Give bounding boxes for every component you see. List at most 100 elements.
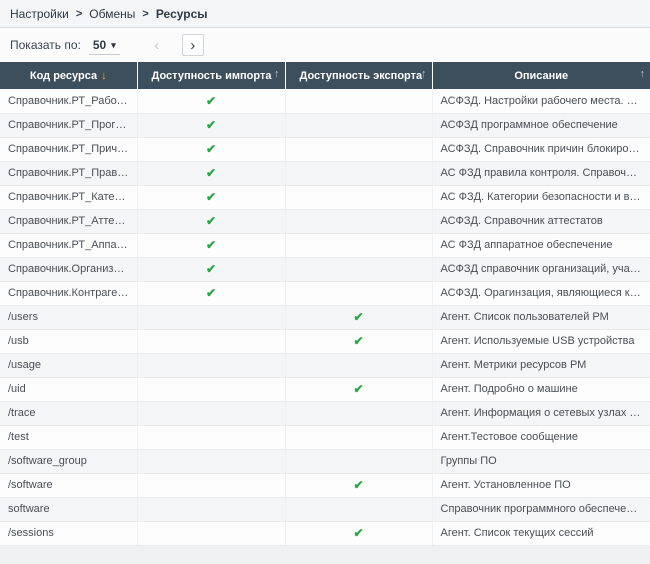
resource-description-cell: АС ФЗД правила контроля. Справочник прав…	[432, 161, 650, 185]
breadcrumb-item-resources: Ресурсы	[156, 7, 208, 21]
import-availability-cell	[137, 473, 285, 497]
export-availability-cell	[285, 425, 432, 449]
table-row[interactable]: /sessions✔Агент. Список текущих сессий	[0, 521, 650, 545]
import-availability-cell: ✔	[137, 113, 285, 137]
page-size-select[interactable]: 50 ▾	[89, 35, 120, 55]
export-availability-cell	[285, 353, 432, 377]
check-icon: ✔	[353, 334, 363, 348]
export-availability-cell	[285, 161, 432, 185]
table-row[interactable]: /software✔Агент. Установленное ПО	[0, 473, 650, 497]
export-availability-cell: ✔	[285, 521, 432, 545]
export-availability-cell	[285, 257, 432, 281]
resource-description-cell: Агент. Подробно о машине	[432, 377, 650, 401]
import-availability-cell	[137, 497, 285, 521]
import-availability-cell	[137, 305, 285, 329]
check-icon: ✔	[206, 118, 216, 132]
export-availability-cell	[285, 401, 432, 425]
check-icon: ✔	[206, 262, 216, 276]
import-availability-cell: ✔	[137, 257, 285, 281]
table-row[interactable]: softwareСправочник программного обеспече…	[0, 497, 650, 521]
import-availability-cell: ✔	[137, 161, 285, 185]
table-row[interactable]: Справочник.РТ_РабочиеМес... ✔ АСФЗД. Настр…	[0, 89, 650, 113]
check-icon: ✔	[353, 310, 363, 324]
export-availability-cell	[285, 233, 432, 257]
resource-description-cell: Агент. Метрики ресурсов РМ	[432, 353, 650, 377]
resource-description-cell: Агент. Список пользователей РМ	[432, 305, 650, 329]
resource-description-cell: Агент. Установленное ПО	[432, 473, 650, 497]
resource-code-cell: /sessions	[0, 521, 137, 545]
page-size-label: Показать по:	[10, 38, 81, 52]
export-availability-cell	[285, 209, 432, 233]
import-availability-cell: ✔	[137, 137, 285, 161]
table-row[interactable]: Справочник.Контрагенты✔АСФЗД. Орагинзаци…	[0, 281, 650, 305]
prev-page-button[interactable]: ‹	[146, 34, 168, 56]
column-header-import-availability[interactable]: Доступность импорта↑	[137, 62, 285, 89]
resource-code-cell: software	[0, 497, 137, 521]
import-availability-cell	[137, 353, 285, 377]
table-row[interactable]: Справочник.РТ_АттестатыРМ✔АСФЗД. Справоч…	[0, 209, 650, 233]
table-row[interactable]: /testАгент.Тестовое сообщение	[0, 425, 650, 449]
breadcrumb-separator: >	[142, 8, 148, 20]
sort-desc-icon: ↓	[101, 70, 107, 82]
import-availability-cell	[137, 329, 285, 353]
check-icon: ✔	[206, 214, 216, 228]
resource-code-cell: /usb	[0, 329, 137, 353]
table-row[interactable]: Справочник.РТ_Программно...✔АСФЗД програ…	[0, 113, 650, 137]
export-availability-cell	[285, 137, 432, 161]
check-icon: ✔	[206, 166, 216, 180]
table-row[interactable]: Справочник.РТ_ПравилаКон...✔АС ФЗД прави…	[0, 161, 650, 185]
resource-code-cell: Справочник.Контрагенты	[0, 281, 137, 305]
resource-code-cell: Справочник.РТ_Программно...	[0, 113, 137, 137]
resource-code-cell: /usage	[0, 353, 137, 377]
resource-description-cell: Группы ПО	[432, 449, 650, 473]
check-icon: ✔	[353, 478, 363, 492]
check-icon: ✔	[353, 382, 363, 396]
sort-asc-icon: ↑	[274, 68, 280, 80]
resources-table-body: Справочник.РТ_РабочиеМес...✔АСФЗД. Настр…	[0, 89, 650, 545]
resource-description-cell: АСФЗД справочник организаций, участвующи…	[432, 257, 650, 281]
resource-description-cell: АСФЗД. Справочник причин блокировок рабо…	[432, 137, 650, 161]
import-availability-cell: ✔	[137, 185, 285, 209]
breadcrumb: Настройки > Обмены > Ресурсы	[0, 0, 650, 28]
resource-code-cell: /trace	[0, 401, 137, 425]
column-header-resource-code[interactable]: Код ресурса ↓	[0, 62, 137, 89]
table-row[interactable]: Справочник.РТ_ПричиныБло...✔АСФЗД. Справ…	[0, 137, 650, 161]
resource-description-cell: АС ФЗД аппаратное обеспечение	[432, 233, 650, 257]
table-row[interactable]: /uid✔Агент. Подробно о машине	[0, 377, 650, 401]
table-row[interactable]: Справочник.РТ_КатегорииБе...✔ АС ФЗД. Кат…	[0, 185, 650, 209]
column-label: Доступность экспорта	[300, 70, 423, 82]
column-header-description[interactable]: Описание↑	[432, 62, 650, 89]
export-availability-cell: ✔	[285, 377, 432, 401]
table-row[interactable]: /usb ✔ Агент. Используемые USB устройства	[0, 329, 650, 353]
import-availability-cell	[137, 449, 285, 473]
import-availability-cell: ✔	[137, 281, 285, 305]
resource-description-cell: АС ФЗД. Категории безопасности и включен…	[432, 185, 650, 209]
resource-description-cell: АСФЗД. Настройки рабочего места. Категор…	[432, 89, 650, 113]
resource-code-cell: Справочник.РТ_АттестатыРМ	[0, 209, 137, 233]
check-icon: ✔	[206, 286, 216, 300]
column-label: Код ресурса	[30, 70, 97, 82]
table-row[interactable]: Справочник.РТ_Аппаратное...✔АС ФЗД аппар…	[0, 233, 650, 257]
table-row[interactable]: /software_group Группы ПО	[0, 449, 650, 473]
resource-code-cell: /software_group	[0, 449, 137, 473]
resource-description-cell: Агент.Тестовое сообщение	[432, 425, 650, 449]
next-page-button[interactable]: ›	[182, 34, 204, 56]
column-label: Описание	[514, 70, 568, 82]
check-icon: ✔	[206, 94, 216, 108]
table-row[interactable]: /traceАгент. Информация о сетевых узлах …	[0, 401, 650, 425]
toolbar: Показать по: 50 ▾ ‹ ›	[0, 28, 650, 62]
column-label: Доступность импорта	[152, 70, 272, 82]
table-row[interactable]: Справочник.Организации✔АСФЗД справочник …	[0, 257, 650, 281]
breadcrumb-item-settings[interactable]: Настройки	[10, 7, 69, 21]
export-availability-cell: ✔	[285, 329, 432, 353]
resources-table: Код ресурса ↓ Доступность импорта↑ Доступ…	[0, 62, 650, 546]
breadcrumb-separator: >	[76, 8, 82, 20]
pagination: ‹ ›	[146, 34, 204, 56]
resource-code-cell: Справочник.РТ_КатегорииБе...	[0, 185, 137, 209]
table-row[interactable]: /usage Агент. Метрики ресурсов РМ	[0, 353, 650, 377]
table-row[interactable]: /users✔Агент. Список пользователей РМ	[0, 305, 650, 329]
breadcrumb-item-exchanges[interactable]: Обмены	[89, 7, 135, 21]
column-header-export-availability[interactable]: Доступность экспорта↑	[285, 62, 432, 89]
resource-code-cell: Справочник.РТ_РабочиеМес...	[0, 89, 137, 113]
resource-description-cell: Агент. Используемые USB устройства	[432, 329, 650, 353]
